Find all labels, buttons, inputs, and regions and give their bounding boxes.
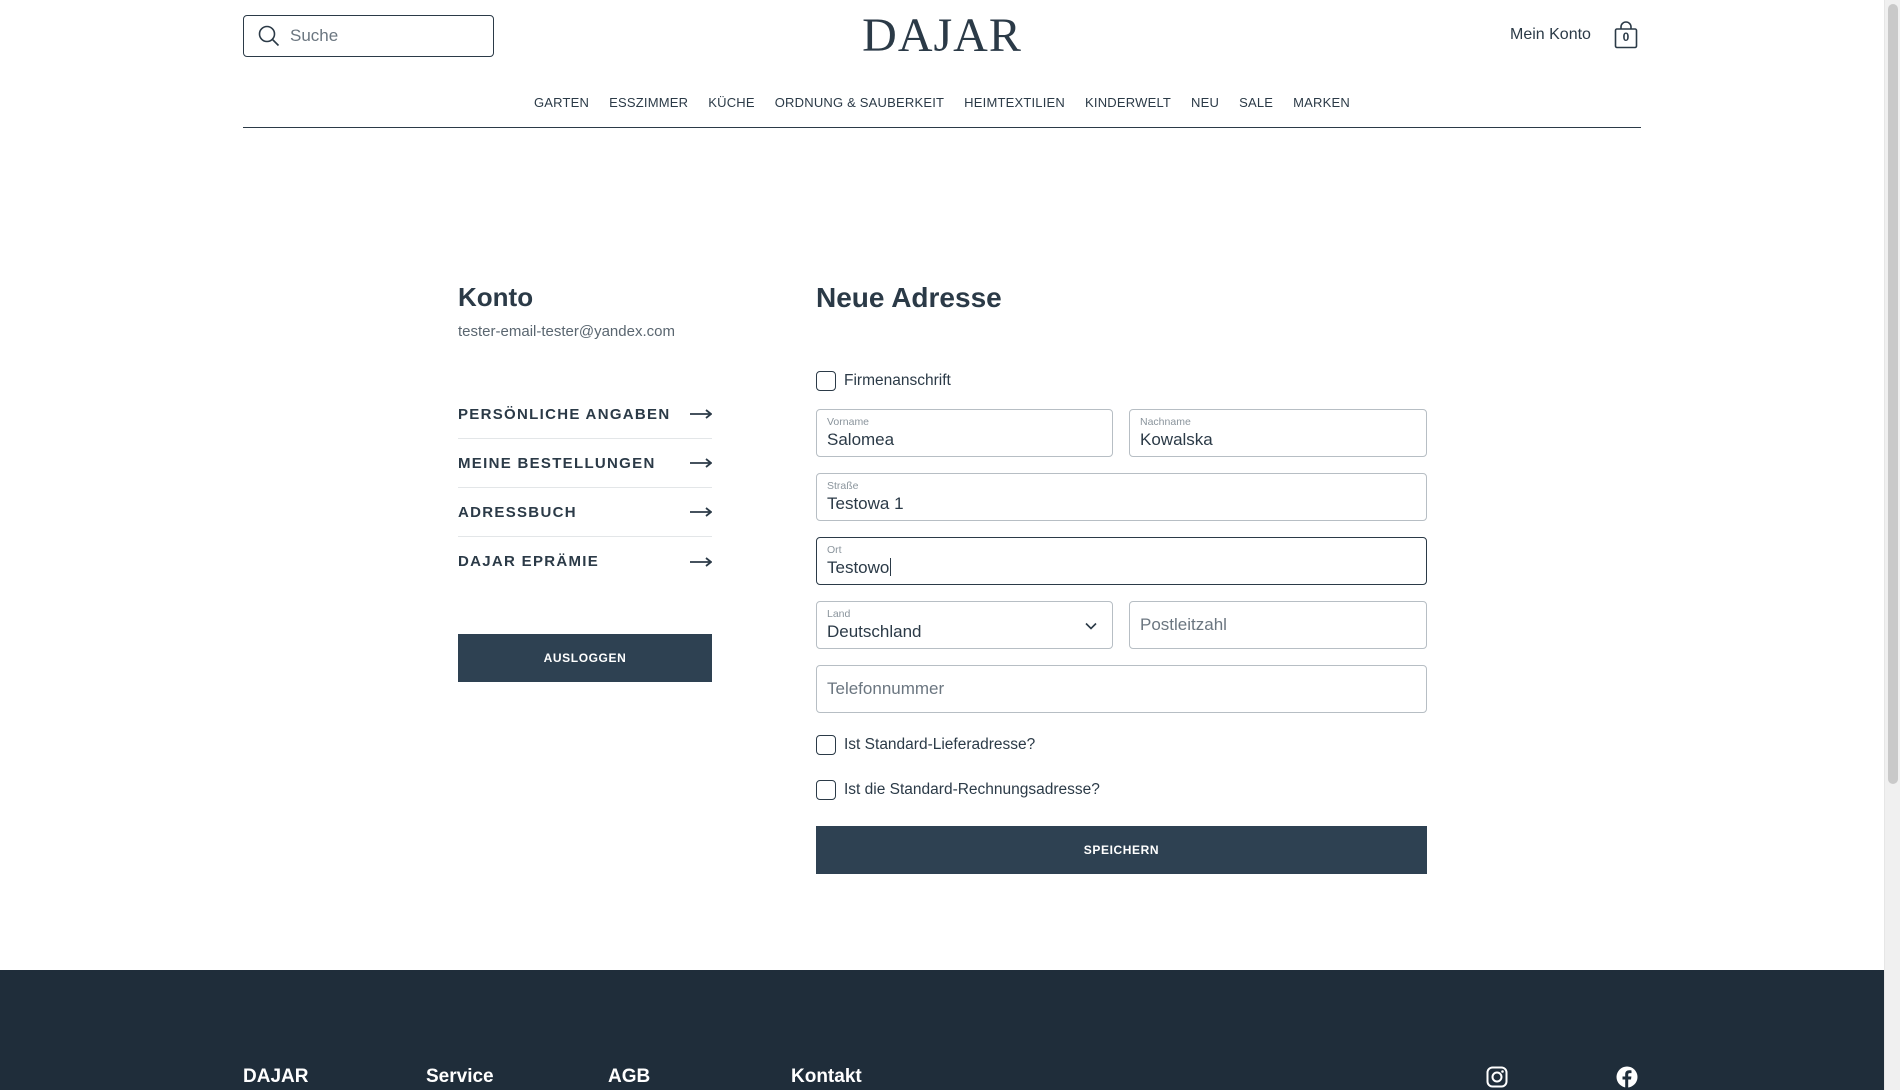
footer-link-service[interactable]: Service xyxy=(426,1066,494,1088)
menu-item-dajar-praemie[interactable]: DAJAR EPRÄMIE xyxy=(458,537,712,586)
arrow-right-icon xyxy=(690,507,712,517)
main-nav: GARTEN ESSZIMMER KÜCHE ORDNUNG & SAUBERK… xyxy=(243,92,1641,128)
postal-code-field[interactable]: Postleitzahl xyxy=(1129,601,1427,649)
country-value: Deutschland xyxy=(827,622,922,641)
nav-item-ordnung-sauberkeit[interactable]: ORDNUNG & SAUBERKEIT xyxy=(765,92,954,127)
menu-item-label: PERSÖNLICHE ANGABEN xyxy=(458,405,671,423)
cart-button[interactable]: 0 xyxy=(1614,21,1638,49)
scrollbar[interactable] xyxy=(1884,0,1900,1090)
menu-item-label: DAJAR EPRÄMIE xyxy=(458,553,600,570)
last-name-label: Nachname xyxy=(1140,416,1191,428)
form-title: Neue Adresse xyxy=(816,282,1002,313)
footer-link-dajar[interactable]: DAJAR xyxy=(243,1066,308,1088)
company-address-checkbox-row[interactable]: Firmenanschrift xyxy=(816,371,951,391)
arrow-right-icon xyxy=(690,409,712,419)
city-field[interactable]: Ort Testowo xyxy=(816,537,1427,585)
phone-field[interactable]: Telefonnummer xyxy=(816,665,1427,713)
footer-link-kontakt[interactable]: Kontakt xyxy=(791,1066,862,1088)
default-shipping-checkbox-row[interactable]: Ist Standard-Lieferadresse? xyxy=(816,735,1035,755)
company-address-label: Firmenanschrift xyxy=(844,372,951,389)
default-shipping-label: Ist Standard-Lieferadresse? xyxy=(844,736,1036,753)
nav-item-sale[interactable]: SALE xyxy=(1229,92,1283,127)
country-label: Land xyxy=(827,608,851,620)
instagram-icon[interactable] xyxy=(1486,1066,1508,1088)
arrow-right-icon xyxy=(690,458,712,468)
text-caret xyxy=(890,558,892,576)
save-button[interactable]: SPEICHERN xyxy=(816,826,1427,874)
default-billing-checkbox[interactable] xyxy=(816,780,836,800)
account-menu: PERSÖNLICHE ANGABEN MEINE BESTELLUNGEN A… xyxy=(458,390,712,586)
footer-link-agb[interactable]: AGB xyxy=(608,1066,650,1088)
menu-item-orders[interactable]: MEINE BESTELLUNGEN xyxy=(458,439,712,488)
facebook-icon[interactable] xyxy=(1616,1066,1638,1088)
city-value-wrapper: Testowo xyxy=(827,558,892,578)
nav-item-esszimmer[interactable]: ESSZIMMER xyxy=(599,92,698,127)
city-value: Testowo xyxy=(827,558,890,577)
first-name-field[interactable]: Vorname Salomea xyxy=(816,409,1113,457)
street-value: Testowa 1 xyxy=(827,494,904,513)
arrow-right-icon xyxy=(690,556,712,567)
phone-placeholder: Telefonnummer xyxy=(827,679,945,698)
cart-count-badge: 0 xyxy=(1622,30,1630,44)
my-account-link[interactable]: Mein Konto xyxy=(1510,26,1591,44)
menu-item-label: ADRESSBUCH xyxy=(458,503,577,521)
company-address-checkbox[interactable] xyxy=(816,371,836,391)
nav-item-garten[interactable]: GARTEN xyxy=(524,92,599,127)
street-field[interactable]: Straße Testowa 1 xyxy=(816,473,1427,521)
street-label: Straße xyxy=(827,480,859,492)
default-billing-checkbox-row[interactable]: Ist die Standard-Rechnungsadresse? xyxy=(816,780,1100,800)
account-email: tester-email-tester@yandex.com xyxy=(458,323,675,340)
scrollbar-thumb[interactable] xyxy=(1888,4,1898,784)
menu-item-address-book[interactable]: ADRESSBUCH xyxy=(458,488,712,537)
default-billing-label: Ist die Standard-Rechnungsadresse? xyxy=(844,781,1100,798)
page: DAJAR Mein Konto 0 GARTEN ESSZIMMER KÜCH… xyxy=(0,0,1884,1090)
logo[interactable]: DAJAR xyxy=(0,8,1884,63)
nav-item-kueche[interactable]: KÜCHE xyxy=(698,92,765,127)
last-name-value: Kowalska xyxy=(1140,430,1213,449)
last-name-field[interactable]: Nachname Kowalska xyxy=(1129,409,1427,457)
nav-item-kinderwelt[interactable]: KINDERWELT xyxy=(1075,92,1181,127)
menu-item-personal-data[interactable]: PERSÖNLICHE ANGABEN xyxy=(458,390,712,439)
nav-item-neu[interactable]: NEU xyxy=(1181,92,1229,127)
first-name-value: Salomea xyxy=(827,430,895,449)
footer: DAJAR Service AGB Kontakt xyxy=(0,970,1884,1090)
country-select[interactable]: Land Deutschland xyxy=(816,601,1113,649)
chevron-down-icon[interactable] xyxy=(1084,619,1098,633)
menu-item-label: MEINE BESTELLUNGEN xyxy=(458,454,656,472)
city-label: Ort xyxy=(827,544,842,556)
nav-item-marken[interactable]: MARKEN xyxy=(1283,92,1360,127)
logout-button[interactable]: AUSLOGGEN xyxy=(458,634,712,682)
default-shipping-checkbox[interactable] xyxy=(816,735,836,755)
postal-code-placeholder: Postleitzahl xyxy=(1140,615,1227,634)
nav-item-heimtextilien[interactable]: HEIMTEXTILIEN xyxy=(954,92,1075,127)
first-name-label: Vorname xyxy=(827,416,870,428)
account-title: Konto xyxy=(458,282,534,312)
